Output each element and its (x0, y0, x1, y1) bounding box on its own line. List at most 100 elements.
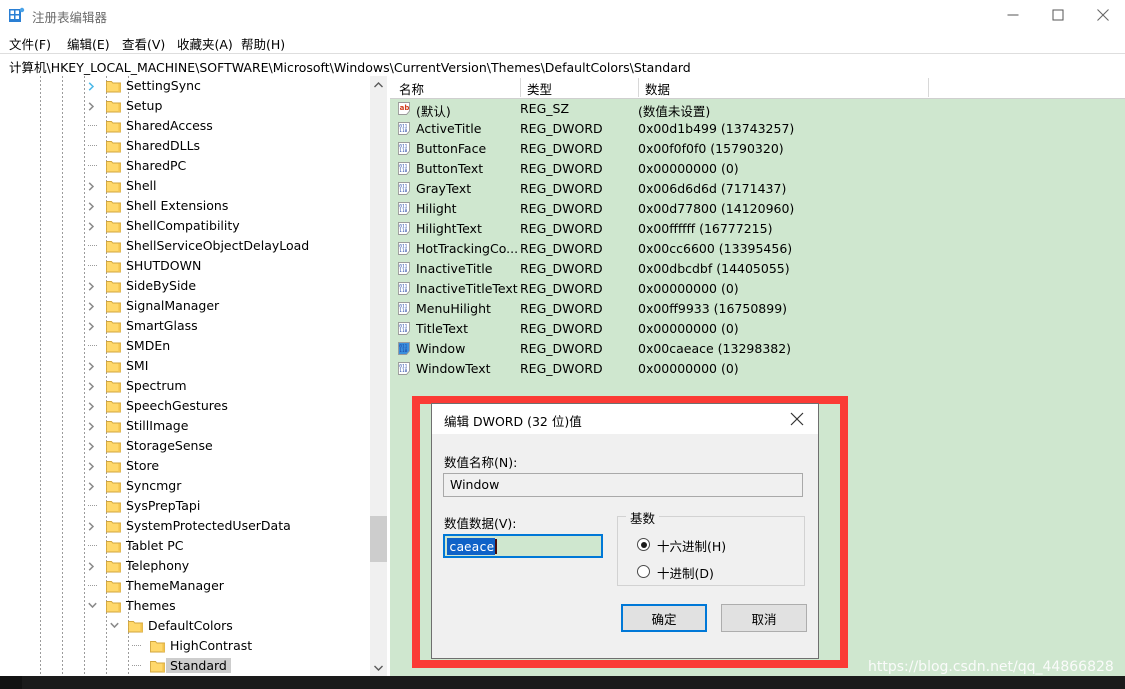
maximize-button[interactable] (1035, 0, 1080, 30)
table-row[interactable]: 011110ButtonTextREG_DWORD0x00000000 (0) (390, 159, 1125, 179)
table-row[interactable]: 011110WindowREG_DWORD0x00caeace (1329838… (390, 339, 1125, 359)
close-button[interactable] (1080, 0, 1125, 30)
value-name-text: Window (450, 477, 499, 492)
tree-item[interactable]: Syncmgr (22, 476, 370, 496)
chevron-right-icon[interactable] (84, 316, 100, 336)
tree-item-label: Setup (126, 98, 162, 113)
scroll-down-button[interactable] (370, 659, 387, 676)
table-row[interactable]: 011110InactiveTitleTextREG_DWORD0x000000… (390, 279, 1125, 299)
cell-type: REG_DWORD (520, 321, 603, 336)
chevron-right-icon[interactable] (84, 276, 100, 296)
radio-hexadecimal[interactable] (637, 538, 650, 551)
value-data-input[interactable]: caeace (443, 534, 603, 558)
registry-tree[interactable]: SettingSyncSetupSharedAccessSharedDLLsSh… (22, 76, 390, 676)
menu-item-view[interactable]: 查看(V) (122, 34, 165, 53)
cancel-button[interactable]: 取消 (721, 604, 807, 632)
tree-item[interactable]: HighContrast (22, 636, 370, 656)
chevron-right-icon[interactable] (84, 556, 100, 576)
svg-text:110: 110 (399, 188, 407, 194)
tree-item[interactable]: StillImage (22, 416, 370, 436)
tree-item[interactable]: SHUTDOWN (22, 256, 370, 276)
cell-data: 0x00ff9933 (16750899) (638, 301, 787, 316)
tree-item[interactable]: Shell Extensions (22, 196, 370, 216)
tree-item[interactable]: Telephony (22, 556, 370, 576)
radio-decimal-label[interactable]: 十进制(D) (657, 563, 714, 582)
menu-item-file[interactable]: 文件(F) (9, 34, 51, 53)
tree-item[interactable]: Shell (22, 176, 370, 196)
tree-item[interactable]: Themes (22, 596, 370, 616)
table-row[interactable]: 011110WindowTextREG_DWORD0x00000000 (0) (390, 359, 1125, 379)
table-row[interactable]: 011110HilightREG_DWORD0x00d77800 (141209… (390, 199, 1125, 219)
table-row[interactable]: 011110ActiveTitleREG_DWORD0x00d1b499 (13… (390, 119, 1125, 139)
radio-decimal[interactable] (637, 565, 650, 578)
ok-button[interactable]: 确定 (621, 604, 707, 632)
minimize-button[interactable] (990, 0, 1035, 30)
chevron-right-icon[interactable] (84, 216, 100, 236)
menu-item-favorites[interactable]: 收藏夹(A) (177, 34, 233, 53)
tree-item[interactable]: SideBySide (22, 276, 370, 296)
tree-item[interactable]: SmartGlass (22, 316, 370, 336)
menu-item-help[interactable]: 帮助(H) (241, 34, 285, 53)
chevron-right-icon[interactable] (84, 476, 100, 496)
radio-hexadecimal-label[interactable]: 十六进制(H) (657, 536, 726, 555)
chevron-right-icon[interactable] (84, 296, 100, 316)
chevron-right-icon[interactable] (84, 196, 100, 216)
scroll-thumb[interactable] (370, 516, 387, 562)
cell-data: (数值未设置) (638, 101, 710, 120)
tree-item[interactable]: Setup (22, 96, 370, 116)
column-header-type[interactable]: 类型 (527, 79, 552, 98)
table-row[interactable]: 011110HotTrackingCo...REG_DWORD0x00cc660… (390, 239, 1125, 259)
chevron-right-icon[interactable] (84, 396, 100, 416)
tree-item[interactable]: StorageSense (22, 436, 370, 456)
chevron-right-icon[interactable] (84, 516, 100, 536)
menu-item-edit[interactable]: 编辑(E) (67, 34, 110, 53)
folder-icon (106, 479, 122, 493)
chevron-down-icon[interactable] (84, 596, 100, 616)
tree-item[interactable]: SettingSync (22, 76, 370, 96)
svg-text:110: 110 (399, 308, 407, 314)
chevron-right-icon[interactable] (84, 76, 100, 96)
chevron-right-icon[interactable] (84, 376, 100, 396)
tree-item[interactable]: ThemeManager (22, 576, 370, 596)
value-name-input[interactable]: Window (443, 473, 803, 497)
tree-item[interactable]: SpeechGestures (22, 396, 370, 416)
chevron-right-icon[interactable] (84, 176, 100, 196)
tree-item[interactable]: DefaultColors (22, 616, 370, 636)
tree-item[interactable]: Spectrum (22, 376, 370, 396)
table-row[interactable]: 011110HilightTextREG_DWORD0x00ffffff (16… (390, 219, 1125, 239)
tree-item[interactable]: SharedAccess (22, 116, 370, 136)
tree-item[interactable]: Store (22, 456, 370, 476)
table-row[interactable]: ab(默认)REG_SZ(数值未设置) (390, 99, 1125, 119)
tree-item[interactable]: SystemProtectedUserData (22, 516, 370, 536)
column-header-name[interactable]: 名称 (399, 79, 424, 98)
scroll-up-button[interactable] (370, 76, 387, 93)
dialog-close-button[interactable] (776, 404, 818, 434)
table-row[interactable]: 011110GrayTextREG_DWORD0x006d6d6d (71714… (390, 179, 1125, 199)
cell-name: TitleText (416, 321, 468, 336)
tree-item[interactable]: SignalManager (22, 296, 370, 316)
table-row[interactable]: 011110TitleTextREG_DWORD0x00000000 (0) (390, 319, 1125, 339)
chevron-down-icon[interactable] (106, 616, 122, 636)
folder-icon (106, 499, 122, 513)
tree-scrollbar[interactable] (370, 76, 387, 676)
tree-item[interactable]: ShellCompatibility (22, 216, 370, 236)
tree-item[interactable]: Standard (22, 656, 370, 676)
chevron-right-icon[interactable] (84, 456, 100, 476)
tree-item[interactable]: ShellServiceObjectDelayLoad (22, 236, 370, 256)
address-bar[interactable]: 计算机\HKEY_LOCAL_MACHINE\SOFTWARE\Microsof… (0, 53, 1125, 77)
chevron-right-icon[interactable] (84, 416, 100, 436)
tree-item[interactable]: SMI (22, 356, 370, 376)
tree-item[interactable]: SysPrepTapi (22, 496, 370, 516)
tree-item[interactable]: SharedDLLs (22, 136, 370, 156)
table-row[interactable]: 011110InactiveTitleREG_DWORD0x00dbcdbf (… (390, 259, 1125, 279)
tree-item[interactable]: SharedPC (22, 156, 370, 176)
chevron-right-icon[interactable] (84, 96, 100, 116)
table-row[interactable]: 011110MenuHilightREG_DWORD0x00ff9933 (16… (390, 299, 1125, 319)
table-row[interactable]: 011110ButtonFaceREG_DWORD0x00f0f0f0 (157… (390, 139, 1125, 159)
column-header-data[interactable]: 数据 (645, 79, 670, 98)
cell-data: 0x00f0f0f0 (15790320) (638, 141, 784, 156)
tree-item[interactable]: SMDEn (22, 336, 370, 356)
tree-item[interactable]: Tablet PC (22, 536, 370, 556)
chevron-right-icon[interactable] (84, 356, 100, 376)
chevron-right-icon[interactable] (84, 436, 100, 456)
